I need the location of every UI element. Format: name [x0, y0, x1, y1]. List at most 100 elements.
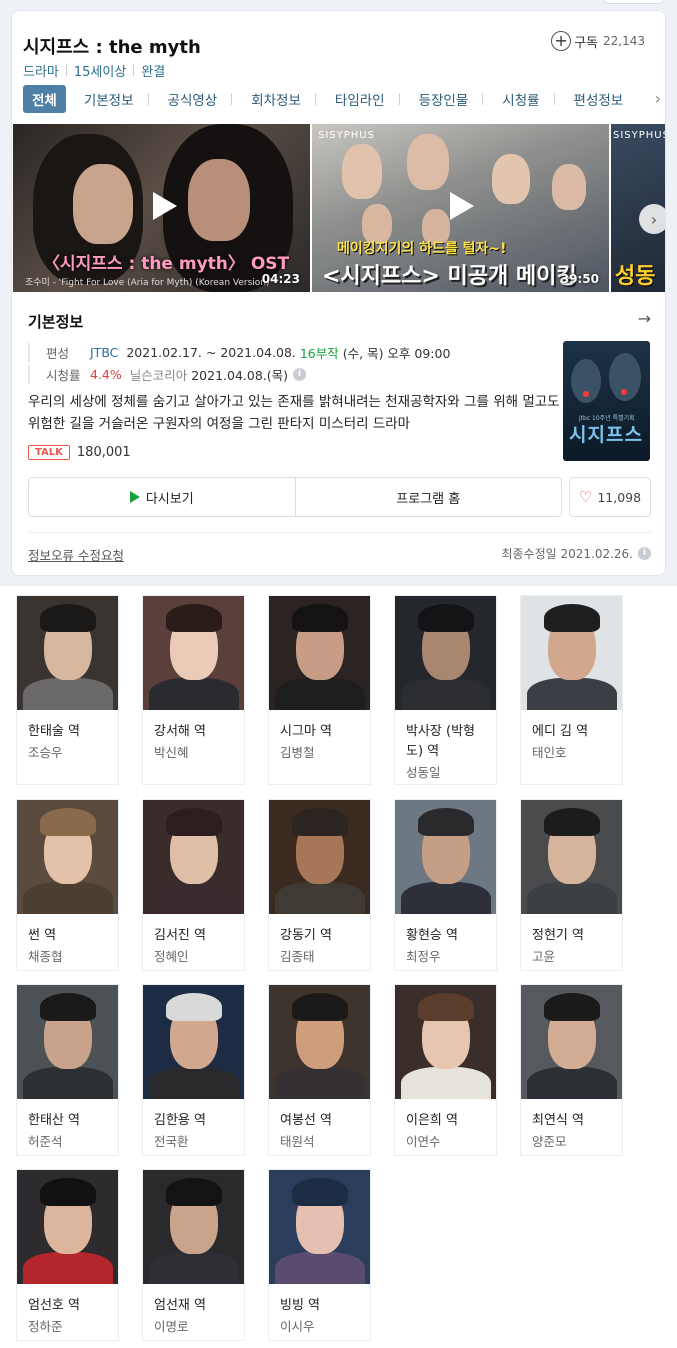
cast-photo[interactable] [395, 596, 496, 710]
cast-item[interactable]: 엄선호 역 정하준 [16, 1169, 119, 1341]
play-icon[interactable] [442, 188, 478, 224]
tab-timeline[interactable]: 타임라인 [327, 85, 393, 113]
cast-actor[interactable]: 성동일 [406, 762, 441, 781]
cast-role[interactable]: 빙빙 역 [280, 1296, 366, 1316]
cast-role[interactable]: 김서진 역 [154, 926, 240, 946]
tab-official-video[interactable]: 공식영상 [160, 85, 226, 113]
rewatch-button[interactable]: 다시보기 [29, 478, 295, 516]
program-home-button[interactable]: 프로그램 홈 [294, 478, 562, 516]
cast-item[interactable]: 한태산 역 허준석 [16, 984, 119, 1156]
cast-photo[interactable] [17, 985, 118, 1099]
cast-item[interactable]: 박사장 (박형도) 역 성동일 [394, 595, 497, 785]
cast-photo[interactable] [17, 1170, 118, 1284]
meta-genre: 드라마 [23, 65, 59, 80]
cast-item[interactable]: 정현기 역 고윤 [520, 799, 623, 971]
video-thumbnail-ost[interactable]: 〈시지프스 : the myth〉 OST 조수미 - 'Fight For L… [13, 124, 310, 292]
cast-item[interactable]: 강동기 역 김종태 [268, 799, 371, 971]
video-thumbnail-making[interactable]: SISYPHUS 메이킹지기의 하드를 털자~! <시지프스> 미공개 메이킹 … [312, 124, 609, 292]
cast-role[interactable]: 강동기 역 [280, 926, 366, 946]
cast-role[interactable]: 이은희 역 [406, 1111, 492, 1131]
tab-schedule[interactable]: 편성정보 [566, 85, 632, 113]
cast-item[interactable]: 썬 역 채종협 [16, 799, 119, 971]
cast-actor[interactable]: 이연수 [406, 1131, 441, 1150]
cast-photo[interactable] [269, 985, 370, 1099]
cast-role[interactable]: 에디 김 역 [532, 722, 618, 742]
cast-actor[interactable]: 전국환 [154, 1131, 189, 1150]
tab-all[interactable]: 전체 [23, 85, 66, 113]
cast-role[interactable]: 썬 역 [28, 926, 114, 946]
cast-role[interactable]: 최연식 역 [532, 1111, 618, 1131]
report-error-link[interactable]: 정보오류 수정요청 [28, 545, 124, 564]
cast-item[interactable]: 에디 김 역 태인호 [520, 595, 623, 785]
cast-item[interactable]: 여봉선 역 태원석 [268, 984, 371, 1156]
cast-actor[interactable]: 태인호 [532, 742, 567, 761]
program-poster[interactable]: jtbc 10주년 특별기획 시지프스 [563, 341, 650, 461]
cast-actor[interactable]: 정혜인 [154, 946, 189, 965]
play-icon[interactable] [145, 188, 181, 224]
cast-photo[interactable] [395, 985, 496, 1099]
tab-episodes[interactable]: 회차정보 [243, 85, 309, 113]
cast-photo[interactable] [269, 1170, 370, 1284]
cast-role[interactable]: 한태술 역 [28, 722, 114, 742]
cast-role[interactable]: 시그마 역 [280, 722, 366, 742]
cast-photo[interactable] [269, 596, 370, 710]
arrow-right-icon[interactable]: → [638, 309, 651, 328]
section-title-basic-info[interactable]: 기본정보 [28, 311, 83, 332]
cast-photo[interactable] [521, 985, 622, 1099]
cast-item[interactable]: 빙빙 역 이시우 [268, 1169, 371, 1341]
cast-actor[interactable]: 양준모 [532, 1131, 567, 1150]
talk-link[interactable]: TALK 180,001 [28, 445, 131, 460]
cast-role[interactable]: 황현승 역 [406, 926, 492, 946]
cast-actor[interactable]: 이명로 [154, 1316, 189, 1335]
cast-role[interactable]: 정현기 역 [532, 926, 618, 946]
tab-characters[interactable]: 등장인물 [411, 85, 477, 113]
cast-actor[interactable]: 이시우 [280, 1316, 315, 1335]
cast-photo[interactable] [143, 985, 244, 1099]
cast-item[interactable]: 황현승 역 최정우 [394, 799, 497, 971]
cast-role[interactable]: 엄선호 역 [28, 1296, 114, 1316]
cast-item[interactable]: 최연식 역 양준모 [520, 984, 623, 1156]
cast-role[interactable]: 강서해 역 [154, 722, 240, 742]
channel-link[interactable]: JTBC [90, 345, 118, 360]
carousel-next-icon[interactable]: › [639, 204, 665, 234]
cast-photo[interactable] [143, 1170, 244, 1284]
cast-role[interactable]: 한태산 역 [28, 1111, 114, 1131]
info-icon[interactable]: i [293, 367, 307, 381]
cast-actor[interactable]: 박신혜 [154, 742, 189, 761]
cast-photo[interactable] [395, 800, 496, 914]
cast-photo[interactable] [269, 800, 370, 914]
cast-photo[interactable] [17, 596, 118, 710]
cast-actor[interactable]: 조승우 [28, 742, 63, 761]
cast-photo[interactable] [17, 800, 118, 914]
program-title[interactable]: 시지프스 : the myth [23, 33, 201, 59]
cast-actor[interactable]: 허준석 [28, 1131, 63, 1150]
cast-item[interactable]: 김서진 역 정혜인 [142, 799, 245, 971]
cast-item[interactable]: 이은희 역 이연수 [394, 984, 497, 1156]
cast-actor[interactable]: 태원석 [280, 1131, 315, 1150]
cast-role[interactable]: 김한용 역 [154, 1111, 240, 1131]
info-icon[interactable]: i [638, 547, 651, 560]
cast-actor[interactable]: 김종태 [280, 946, 315, 965]
cast-item[interactable]: 김한용 역 전국환 [142, 984, 245, 1156]
like-button[interactable]: ♡ 11,098 [569, 477, 651, 517]
cast-photo[interactable] [521, 596, 622, 710]
cast-actor[interactable]: 채종협 [28, 946, 63, 965]
cast-item[interactable]: 한태술 역 조승우 [16, 595, 119, 785]
chevron-right-icon[interactable]: › [655, 89, 661, 108]
cast-item[interactable]: 시그마 역 김병철 [268, 595, 371, 785]
cast-photo[interactable] [143, 800, 244, 914]
cast-role[interactable]: 박사장 (박형도) 역 [406, 722, 492, 762]
subscribe-button[interactable]: + 구독 22,143 [551, 31, 645, 51]
cast-photo[interactable] [143, 596, 244, 710]
cast-item[interactable]: 강서해 역 박신혜 [142, 595, 245, 785]
cast-role[interactable]: 여봉선 역 [280, 1111, 366, 1131]
tab-ratings[interactable]: 시청률 [494, 85, 547, 113]
cast-role[interactable]: 엄선재 역 [154, 1296, 240, 1316]
tab-basic-info[interactable]: 기본정보 [76, 85, 142, 113]
cast-item[interactable]: 엄선재 역 이명로 [142, 1169, 245, 1341]
cast-actor[interactable]: 고윤 [532, 946, 555, 965]
cast-actor[interactable]: 정하준 [28, 1316, 63, 1335]
cast-actor[interactable]: 최정우 [406, 946, 441, 965]
cast-actor[interactable]: 김병철 [280, 742, 315, 761]
cast-photo[interactable] [521, 800, 622, 914]
